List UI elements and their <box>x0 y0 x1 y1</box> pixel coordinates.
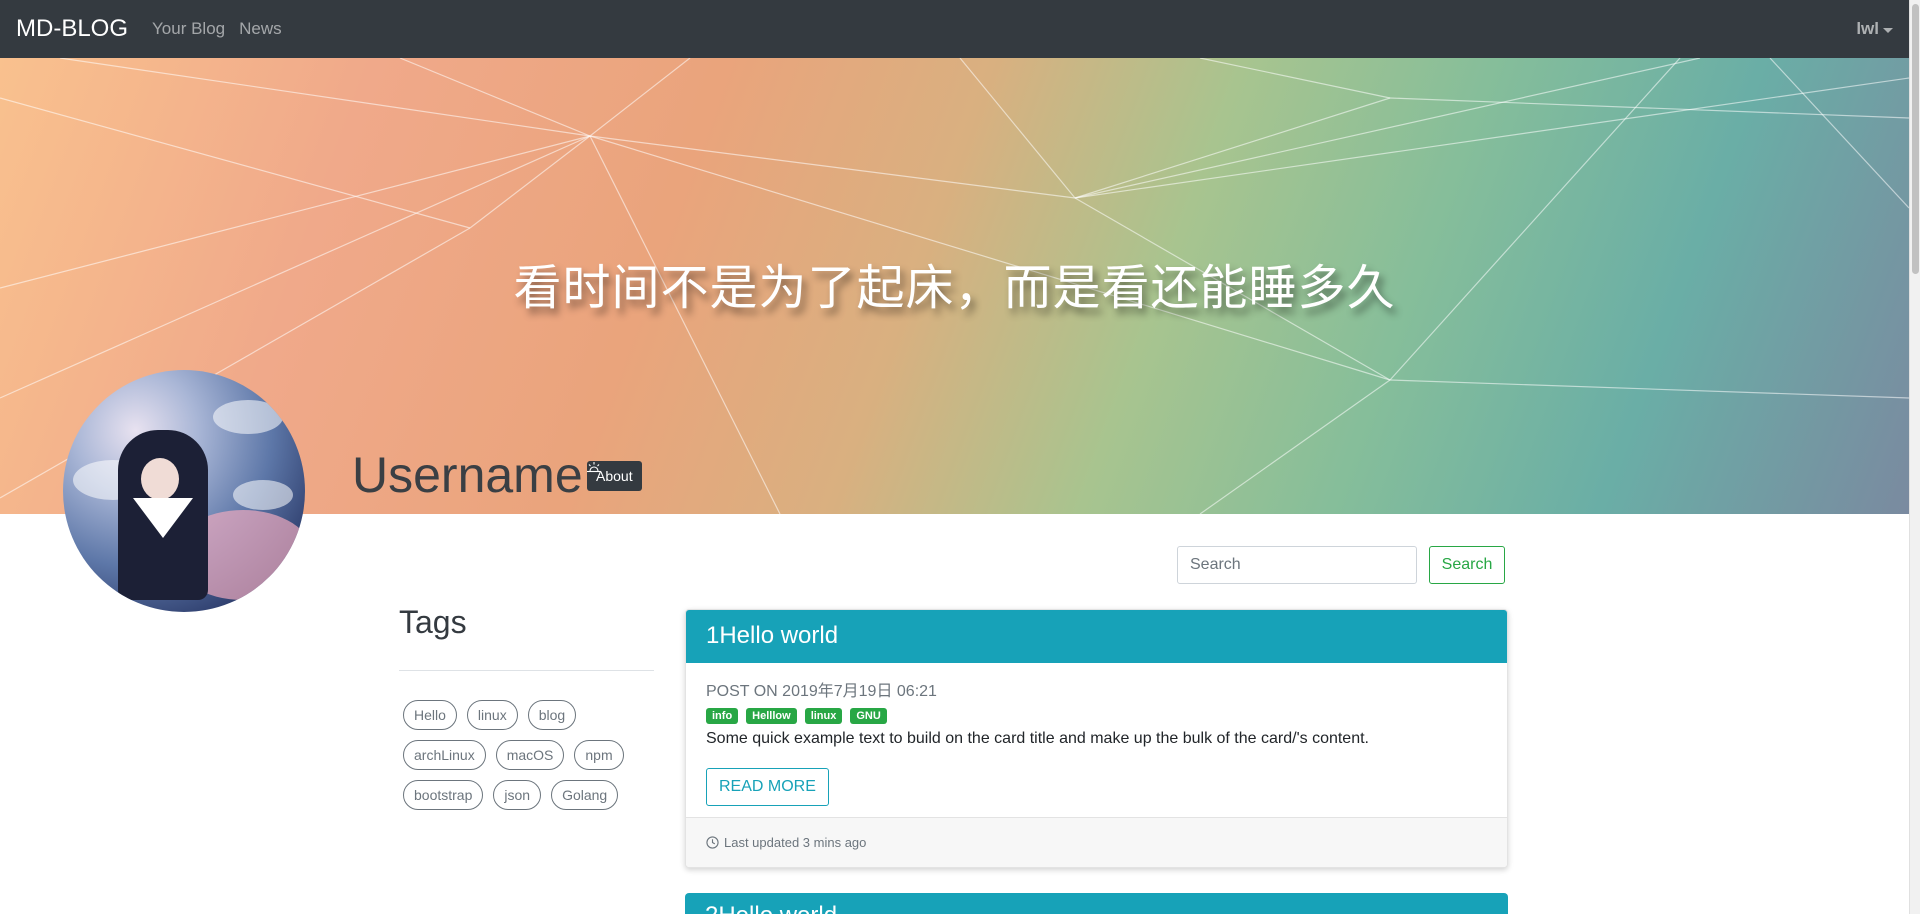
scrollbar-thumb[interactable] <box>1912 4 1919 274</box>
navbar: MD-BLOG Your Blog News lwl <box>0 0 1909 58</box>
tags-heading: Tags <box>399 604 467 640</box>
brand-link[interactable]: MD-BLOG <box>16 15 128 43</box>
post-badge[interactable]: linux <box>804 708 843 724</box>
tag-hello[interactable]: Hello <box>403 700 457 730</box>
post-title[interactable]: 1Hello world <box>686 610 1507 663</box>
post-excerpt: Some quick example text to build on the … <box>706 730 1369 747</box>
clock-icon <box>706 836 719 849</box>
post-body: POST ON 2019年7月19日 06:21 info Helllow li… <box>686 663 1507 806</box>
sunrise-icon <box>587 462 601 473</box>
search-input[interactable] <box>1177 546 1417 584</box>
post-footer: Last updated 3 mins ago <box>686 817 1507 867</box>
read-more-button[interactable]: READ MORE <box>706 768 829 806</box>
tag-linux[interactable]: linux <box>466 700 518 730</box>
nav-link-news[interactable]: News <box>239 19 282 39</box>
tags-divider <box>399 670 654 671</box>
user-name: lwl <box>1856 19 1879 38</box>
post-badge[interactable]: info <box>706 708 739 724</box>
tag-macos[interactable]: macOS <box>495 740 565 770</box>
post-badges: info Helllow linux GNU <box>706 708 1487 724</box>
tag-bootstrap[interactable]: bootstrap <box>403 780 484 810</box>
profile-username: Username <box>352 447 583 503</box>
nav-link-your-blog[interactable]: Your Blog <box>152 19 225 39</box>
user-dropdown[interactable]: lwl <box>1856 19 1893 39</box>
tag-blog[interactable]: blog <box>527 700 577 730</box>
about-label: About <box>596 468 633 484</box>
tags-list: Hello linux blog archLinux macOS npm boo… <box>403 700 663 810</box>
post-badge[interactable]: GNU <box>850 708 887 724</box>
page-scrollbar[interactable] <box>1909 0 1920 914</box>
post-badge[interactable]: Helllow <box>746 708 797 724</box>
caret-down-icon <box>1883 27 1893 33</box>
tag-golang[interactable]: Golang <box>551 780 619 810</box>
post-title[interactable]: 2Hello world <box>685 893 1508 914</box>
hero-quote: 看时间不是为了起床，而是看还能睡多久 <box>513 260 1396 316</box>
post-card: 2Hello world <box>685 893 1508 914</box>
tag-npm[interactable]: npm <box>574 740 624 770</box>
avatar <box>63 370 305 612</box>
about-button[interactable]: About <box>587 461 642 491</box>
tag-archlinux[interactable]: archLinux <box>403 740 486 770</box>
post-card: 1Hello world POST ON 2019年7月19日 06:21 in… <box>685 609 1508 868</box>
search-button[interactable]: Search <box>1429 546 1505 584</box>
post-updated: Last updated 3 mins ago <box>724 835 867 850</box>
tag-json[interactable]: json <box>493 780 542 810</box>
post-date: POST ON 2019年7月19日 06:21 <box>706 683 937 700</box>
